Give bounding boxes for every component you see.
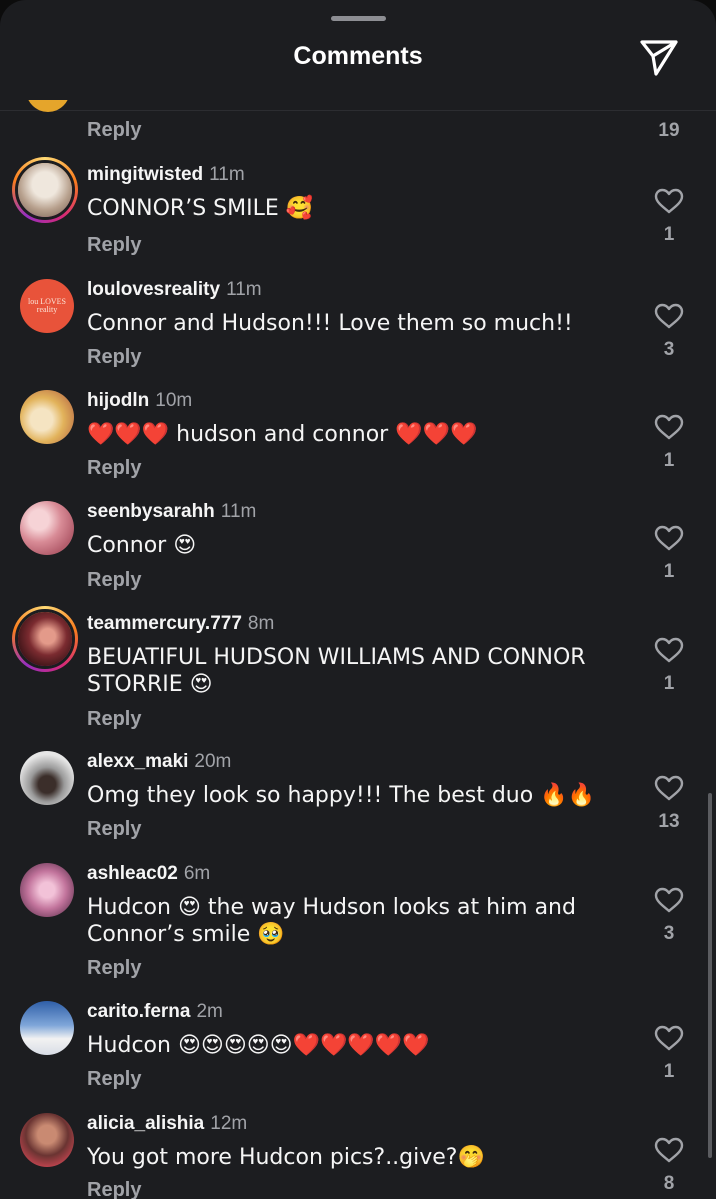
like-control: 1 [640,414,698,472]
avatar-logo-text: lou LOVES reality [28,297,66,314]
like-count: 1 [663,673,675,694]
reply-button[interactable]: Reply [87,708,141,731]
heart-icon[interactable] [654,637,684,663]
comment-username[interactable]: alicia_alishia [87,1113,204,1134]
like-control: 8 [640,1137,698,1195]
like-count: 1 [663,1061,675,1082]
comment-username[interactable]: carito.ferna [87,1001,190,1022]
heart-icon[interactable] [654,887,684,913]
like-control: 3 [640,303,698,361]
like-count: 13 [658,811,680,832]
heart-icon[interactable] [654,1137,684,1163]
comment-username[interactable]: loulovesreality [87,279,220,300]
heart-icon[interactable] [654,1025,684,1051]
comment-username[interactable]: teammercury.777 [87,613,242,634]
like-count: 1 [663,561,675,582]
comments-sheet: Comments Reply 19 mingitwisted 11m CONNOR… [0,0,716,1199]
comment-username[interactable]: seenbysarahh [87,501,215,522]
avatar[interactable] [12,157,78,223]
reply-button[interactable]: Reply [87,1179,141,1199]
reply-button[interactable]: Reply [87,457,141,480]
comment-username[interactable]: alexx_maki [87,751,188,772]
like-control: 1 [640,525,698,583]
reply-button[interactable]: Reply [87,569,141,592]
heart-icon[interactable] [654,414,684,440]
comment-time: 2m [196,1001,223,1022]
comment-text: Hudcon 😍😍😍😍😍❤️❤️❤️❤️❤️ [87,1033,430,1058]
comment-text: Connor and Hudson!!! Love them so much!! [87,311,573,336]
comment-time: 12m [210,1113,248,1134]
comments-header: Comments [0,0,716,111]
like-control: 13 [640,775,698,833]
like-control: 1 [640,637,698,695]
comment-time: 11m [209,164,245,185]
avatar[interactable] [20,1001,74,1055]
like-control: 1 [640,1025,698,1083]
like-control: 1 [640,188,698,246]
comment-time: 11m [226,279,262,300]
comment-text: CONNOR’S SMILE 🥰 [87,196,314,221]
comment-text: ❤️❤️❤️ hudson and connor ❤️❤️❤️ [87,422,478,447]
comment-time: 11m [220,501,257,522]
heart-icon[interactable] [654,188,684,214]
like-count: 8 [663,1173,675,1194]
heart-icon[interactable] [654,303,684,329]
avatar[interactable] [20,1113,74,1167]
comment-text: You got more Hudcon pics?..give?🤭 [87,1145,485,1170]
comment-time: 6m [183,863,211,884]
like-count: 1 [663,450,675,471]
avatar[interactable] [12,606,78,672]
drag-handle[interactable] [331,16,386,21]
reply-button[interactable]: Reply [87,346,141,369]
reply-button[interactable]: Reply [87,234,141,257]
comment-text: Hudcon 😍 the way Hudson looks at him and… [87,895,576,947]
avatar[interactable] [20,863,74,917]
scrollbar[interactable] [708,793,712,1158]
reply-button[interactable]: Reply [87,818,141,841]
comment-time: 20m [194,751,232,772]
heart-icon[interactable] [654,525,684,551]
comment-text: Omg they look so happy!!! The best duo 🔥… [87,783,595,808]
avatar[interactable] [20,751,74,805]
like-count: 3 [663,339,675,360]
comment-time: 8m [247,613,275,634]
avatar[interactable]: lou LOVES reality [20,279,74,333]
comment-username[interactable]: ashleac02 [87,863,178,884]
reply-button[interactable]: Reply [87,119,141,142]
comment-username[interactable]: mingitwisted [87,164,203,185]
comment-username[interactable]: hijodln [87,390,149,411]
heart-icon[interactable] [654,775,684,801]
reply-button[interactable]: Reply [87,957,141,980]
page-title: Comments [293,42,423,70]
paper-plane-icon[interactable] [638,38,680,78]
like-count: 19 [658,120,680,141]
like-count: 1 [663,224,675,245]
like-control: 3 [640,887,698,945]
avatar[interactable] [20,390,74,444]
comment-text: BEUATIFUL HUDSON WILLIAMS AND CONNOR STO… [87,645,586,697]
like-count: 3 [663,923,675,944]
reply-button[interactable]: Reply [87,1068,141,1091]
avatar[interactable] [20,501,74,555]
comment-time: 10m [155,390,193,411]
comment-text: Connor 😍 [87,533,197,558]
